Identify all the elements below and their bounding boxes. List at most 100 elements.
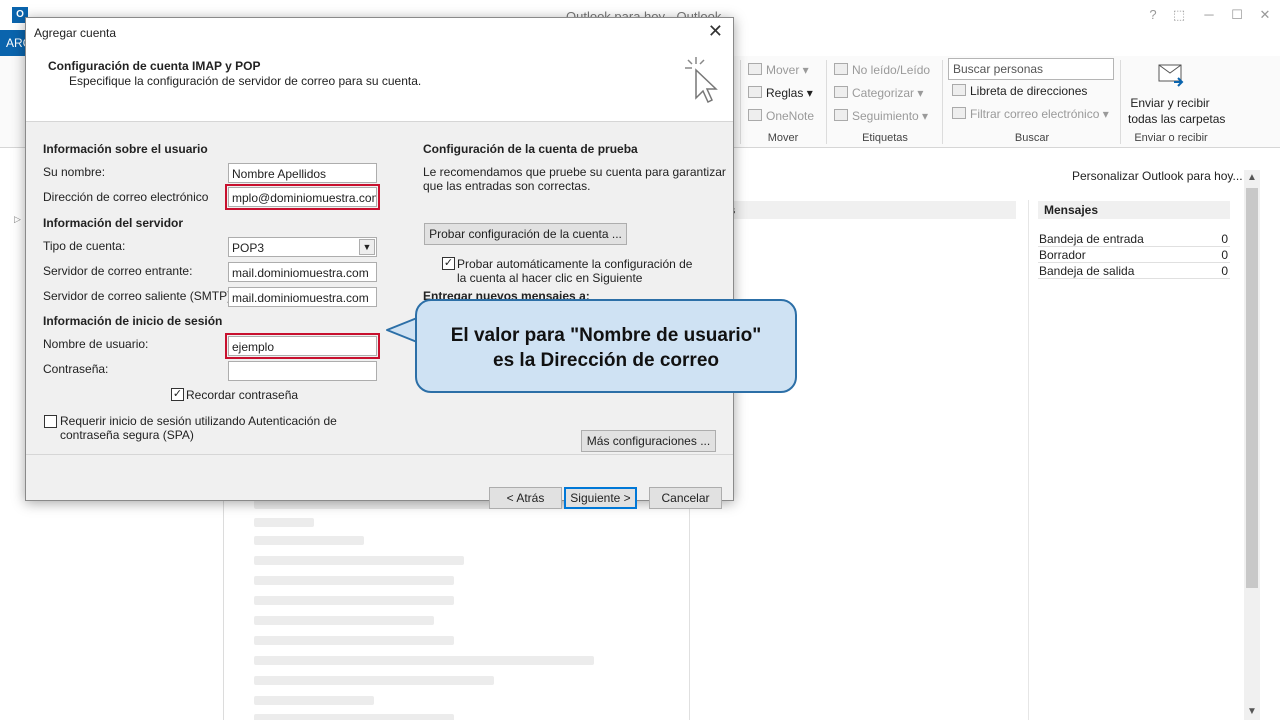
section-user-info: Información sobre el usuario bbox=[43, 142, 208, 156]
vertical-scrollbar[interactable]: ▲ ▼ bbox=[1244, 170, 1260, 720]
spa-checkbox[interactable] bbox=[44, 415, 57, 428]
tasks-header: as bbox=[694, 201, 1016, 219]
address-book-button[interactable]: Libreta de direcciones bbox=[952, 84, 1087, 98]
account-type-select[interactable]: POP3 ▼ bbox=[228, 237, 377, 257]
dialog-close-icon[interactable]: ✕ bbox=[708, 21, 723, 42]
filter-icon bbox=[952, 107, 966, 119]
callout-line1: El valor para "Nombre de usuario" bbox=[450, 325, 762, 346]
filter-email-button[interactable]: Filtrar correo electrónico ▾ bbox=[952, 107, 1109, 121]
ribbon-separator bbox=[942, 60, 943, 144]
group-buscar-label: Buscar bbox=[1014, 132, 1050, 144]
column-separator bbox=[1028, 200, 1029, 720]
group-etiquetas-label: Etiquetas bbox=[862, 132, 908, 144]
category-icon bbox=[834, 86, 848, 98]
move-button[interactable]: Mover ▾ bbox=[748, 63, 809, 77]
onenote-button[interactable]: OneNote bbox=[748, 109, 814, 123]
blurred-line bbox=[254, 696, 374, 705]
dialog-title: Agregar cuenta bbox=[34, 26, 117, 40]
blurred-line bbox=[254, 518, 314, 527]
maximize-button[interactable]: ☐ bbox=[1228, 6, 1246, 24]
categorize-button[interactable]: Categorizar ▾ bbox=[834, 86, 923, 100]
auto-test-label-line2: la cuenta al hacer clic en Siguiente bbox=[457, 271, 643, 285]
group-enviar-label: Enviar o recibir bbox=[1134, 132, 1208, 144]
ribbon-separator bbox=[826, 60, 827, 144]
close-window-button[interactable]: ✕ bbox=[1256, 6, 1274, 24]
flag-icon bbox=[834, 109, 848, 121]
group-mover-label: Mover bbox=[767, 132, 799, 144]
message-row-count: 0 bbox=[1221, 248, 1228, 262]
help-icon[interactable]: ? bbox=[1144, 6, 1162, 24]
callout-line2: es la Dirección de correo bbox=[493, 350, 719, 371]
message-row-label: Bandeja de salida bbox=[1039, 264, 1135, 278]
annotation-callout: El valor para "Nombre de usuario" es la … bbox=[415, 299, 797, 393]
back-button[interactable]: < Atrás bbox=[489, 487, 562, 509]
outlook-window: O Outlook para hoy - Outlook ? ⬚ ─ ☐ ✕ A… bbox=[0, 0, 1280, 720]
message-row-drafts[interactable]: Borrador 0 bbox=[1038, 247, 1230, 263]
messages-header: Mensajes bbox=[1038, 201, 1230, 219]
label-account-type: Tipo de cuenta: bbox=[43, 239, 126, 253]
next-button[interactable]: Siguiente > bbox=[564, 487, 637, 509]
account-type-value: POP3 bbox=[232, 241, 265, 255]
email-input[interactable]: mplo@dominiomuestra.com bbox=[225, 184, 380, 210]
label-email: Dirección de correo electrónico bbox=[43, 190, 209, 204]
label-name: Su nombre: bbox=[43, 165, 106, 179]
password-input[interactable] bbox=[228, 361, 377, 381]
onenote-label: OneNote bbox=[766, 109, 815, 123]
message-row-count: 0 bbox=[1221, 264, 1228, 278]
cancel-button[interactable]: Cancelar bbox=[649, 487, 722, 509]
section-test-settings: Configuración de la cuenta de prueba bbox=[423, 142, 638, 156]
more-settings-button[interactable]: Más configuraciones ... bbox=[581, 430, 716, 452]
message-row-count: 0 bbox=[1221, 232, 1228, 246]
cursor-click-icon bbox=[685, 57, 718, 104]
blurred-line bbox=[254, 596, 454, 605]
read-unread-button[interactable]: No leído/Leído bbox=[834, 63, 930, 77]
rules-label: Reglas bbox=[766, 86, 804, 100]
auto-test-checkbox[interactable]: ✓ bbox=[442, 257, 455, 270]
chevron-down-icon[interactable]: ▼ bbox=[359, 239, 375, 255]
dialog-header-title: Configuración de cuenta IMAP y POP bbox=[48, 59, 261, 73]
address-book-label: Libreta de direcciones bbox=[970, 84, 1088, 98]
scroll-thumb[interactable] bbox=[1246, 188, 1258, 588]
message-row-outbox[interactable]: Bandeja de salida 0 bbox=[1038, 263, 1230, 279]
section-server-info: Información del servidor bbox=[43, 216, 184, 230]
incoming-server-input[interactable]: mail.dominiomuestra.com bbox=[228, 262, 377, 282]
dialog-footer-divider bbox=[26, 454, 733, 455]
search-people-input[interactable]: Buscar personas bbox=[948, 58, 1114, 80]
ribbon-separator bbox=[1120, 60, 1121, 144]
envelope-icon bbox=[834, 63, 848, 75]
ribbon-display-icon[interactable]: ⬚ bbox=[1170, 6, 1188, 24]
onenote-icon bbox=[748, 109, 762, 121]
test-description-line2: que las entradas son correctas. bbox=[423, 179, 591, 193]
rules-icon bbox=[748, 86, 762, 98]
spa-label: Requerir inicio de sesión utilizando Aut… bbox=[60, 414, 337, 442]
blurred-line bbox=[254, 576, 454, 585]
blurred-line bbox=[254, 556, 464, 565]
username-input[interactable]: ejemplo bbox=[225, 333, 380, 359]
message-row-inbox[interactable]: Bandeja de entrada 0 bbox=[1038, 231, 1230, 247]
callout-text: El valor para "Nombre de usuario" es la … bbox=[417, 323, 795, 373]
file-tab[interactable]: ARC bbox=[0, 30, 26, 56]
send-receive-all-button[interactable]: Enviar y recibir todas las carpetas bbox=[1128, 96, 1226, 126]
auto-test-label: Probar automáticamente la configuración … bbox=[457, 257, 692, 285]
scroll-down-icon[interactable]: ▼ bbox=[1244, 704, 1260, 720]
test-account-button[interactable]: Probar configuración de la cuenta ... bbox=[424, 223, 627, 245]
send-receive-label: Enviar y recibir bbox=[1130, 96, 1210, 110]
label-incoming-server: Servidor de correo entrante: bbox=[43, 264, 193, 278]
message-row-label: Borrador bbox=[1039, 248, 1086, 262]
remember-password-label: Recordar contraseña bbox=[186, 388, 299, 402]
outgoing-server-input[interactable]: mail.dominiomuestra.com bbox=[228, 287, 377, 307]
send-receive-label-2: todas las carpetas bbox=[1128, 112, 1226, 126]
section-login-info: Información de inicio de sesión bbox=[43, 314, 223, 328]
scroll-up-icon[interactable]: ▲ bbox=[1244, 170, 1260, 186]
customize-outlook-today-link[interactable]: Personalizar Outlook para hoy... bbox=[1072, 169, 1243, 183]
followup-button[interactable]: Seguimiento ▾ bbox=[834, 109, 928, 123]
rules-button[interactable]: Reglas ▾ bbox=[748, 86, 813, 100]
minimize-button[interactable]: ─ bbox=[1200, 6, 1218, 24]
spa-label-line1: Requerir inicio de sesión utilizando Aut… bbox=[60, 414, 337, 428]
filter-email-label: Filtrar correo electrónico bbox=[970, 107, 1100, 121]
remember-password-checkbox[interactable]: ✓ bbox=[171, 388, 184, 401]
categorize-label: Categorizar bbox=[852, 86, 915, 100]
name-input[interactable]: Nombre Apellidos bbox=[228, 163, 377, 183]
expand-icon[interactable]: ▷ bbox=[14, 214, 21, 225]
blurred-line bbox=[254, 656, 594, 665]
